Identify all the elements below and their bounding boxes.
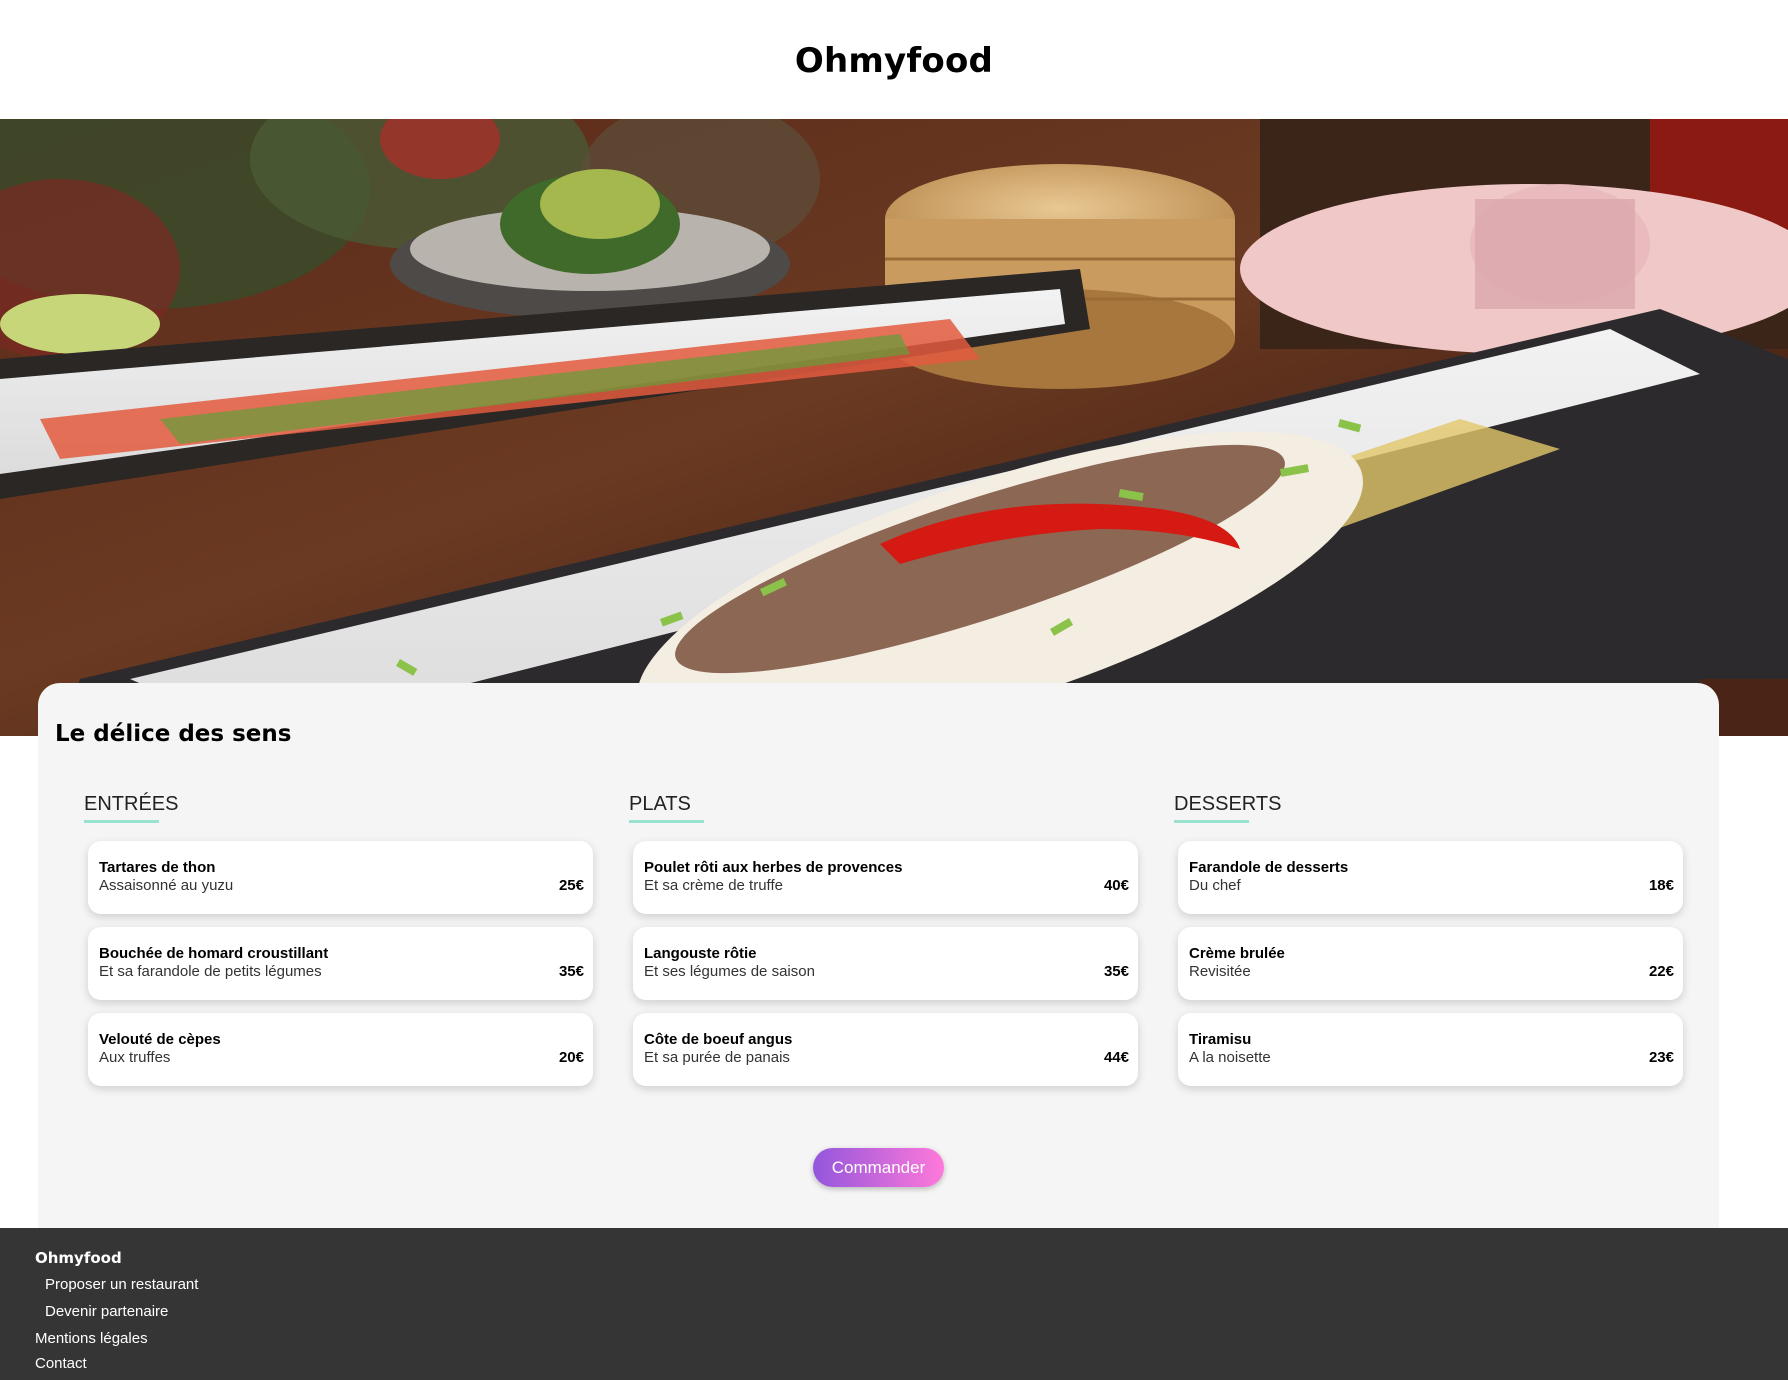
hero-banner — [0, 119, 1788, 736]
dish-name: Poulet rôti aux herbes de provences — [644, 859, 903, 876]
dish-description: Revisitée — [1189, 963, 1251, 980]
dish-name: Velouté de cèpes — [99, 1031, 221, 1048]
dish-description: Et sa crème de truffe — [644, 877, 783, 894]
dish-name: Crème brulée — [1189, 945, 1285, 962]
footer-link-become-partner[interactable]: Devenir partenaire — [45, 1303, 168, 1320]
footer-logo[interactable]: Ohmyfood — [35, 1249, 122, 1267]
dish-description: Assaisonné au yuzu — [99, 877, 234, 894]
heading-underline — [1174, 820, 1249, 823]
menu-section: Le délice des sens ENTRÉES Tartares de t… — [38, 683, 1719, 1228]
dish-price: 20€ — [558, 1049, 584, 1066]
dish-description: Aux truffes — [99, 1049, 171, 1066]
dish-card[interactable]: Poulet rôti aux herbes de provences Et s… — [633, 841, 1138, 914]
dish-price: 25€ — [558, 877, 584, 894]
dish-price: 44€ — [1103, 1049, 1129, 1066]
column-heading: DESSERTS — [1174, 793, 1282, 823]
dish-price: 35€ — [558, 963, 584, 980]
dish-name: Langouste rôtie — [644, 945, 757, 962]
dish-card[interactable]: Langouste rôtie Et ses légumes de saison… — [633, 927, 1138, 1000]
site-footer: Ohmyfood Proposer un restaurant Devenir … — [0, 1228, 1788, 1380]
menu-column-plats: PLATS Poulet rôti aux herbes de provence… — [625, 793, 1138, 1086]
dish-description: Du chef — [1189, 877, 1241, 894]
dish-card[interactable]: Bouchée de homard croustillant Et sa far… — [88, 927, 593, 1000]
column-heading-label: DESSERTS — [1174, 793, 1282, 815]
dish-description: Et sa farandole de petits légumes — [99, 963, 322, 980]
dish-card[interactable]: Tartares de thon Assaisonné au yuzu 25€ — [88, 841, 593, 914]
site-logo[interactable]: Ohmyfood — [795, 41, 993, 81]
dish-name: Tartares de thon — [99, 859, 216, 876]
dish-price: 22€ — [1648, 963, 1674, 980]
heading-underline — [629, 820, 704, 823]
dish-description: Et sa purée de panais — [644, 1049, 790, 1066]
site-header: Ohmyfood — [0, 0, 1788, 119]
dish-card[interactable]: Farandole de desserts Du chef 18€ — [1178, 841, 1683, 914]
column-heading-label: ENTRÉES — [84, 793, 179, 815]
dish-price: 23€ — [1648, 1049, 1674, 1066]
heading-underline — [84, 820, 159, 823]
menu-title: Le délice des sens — [55, 721, 292, 747]
hero-food-image — [0, 119, 1788, 736]
dish-description: Et ses légumes de saison — [644, 963, 815, 980]
dish-card[interactable]: Tiramisu A la noisette 23€ — [1178, 1013, 1683, 1086]
dish-name: Bouchée de homard croustillant — [99, 945, 329, 962]
footer-link-legal-notices[interactable]: Mentions légales — [35, 1330, 148, 1347]
menu-column-desserts: DESSERTS Farandole de desserts Du chef 1… — [1170, 793, 1683, 1086]
dish-price: 35€ — [1103, 963, 1129, 980]
dish-card[interactable]: Velouté de cèpes Aux truffes 20€ — [88, 1013, 593, 1086]
footer-link-propose-restaurant[interactable]: Proposer un restaurant — [45, 1276, 198, 1293]
dish-name: Côte de boeuf angus — [644, 1031, 793, 1048]
dish-card[interactable]: Côte de boeuf angus Et sa purée de panai… — [633, 1013, 1138, 1086]
dish-name: Farandole de desserts — [1189, 859, 1349, 876]
dish-price: 18€ — [1648, 877, 1674, 894]
column-heading-label: PLATS — [629, 793, 691, 815]
menu-column-entrees: ENTRÉES Tartares de thon Assaisonné au y… — [80, 793, 593, 1086]
column-heading: PLATS — [629, 793, 704, 823]
dish-name: Tiramisu — [1189, 1031, 1252, 1048]
column-heading: ENTRÉES — [84, 793, 179, 823]
order-button[interactable]: Commander — [813, 1148, 944, 1187]
dish-card[interactable]: Crème brulée Revisitée 22€ — [1178, 927, 1683, 1000]
dish-price: 40€ — [1103, 877, 1129, 894]
dish-description: A la noisette — [1189, 1049, 1271, 1066]
footer-link-contact[interactable]: Contact — [35, 1355, 87, 1372]
